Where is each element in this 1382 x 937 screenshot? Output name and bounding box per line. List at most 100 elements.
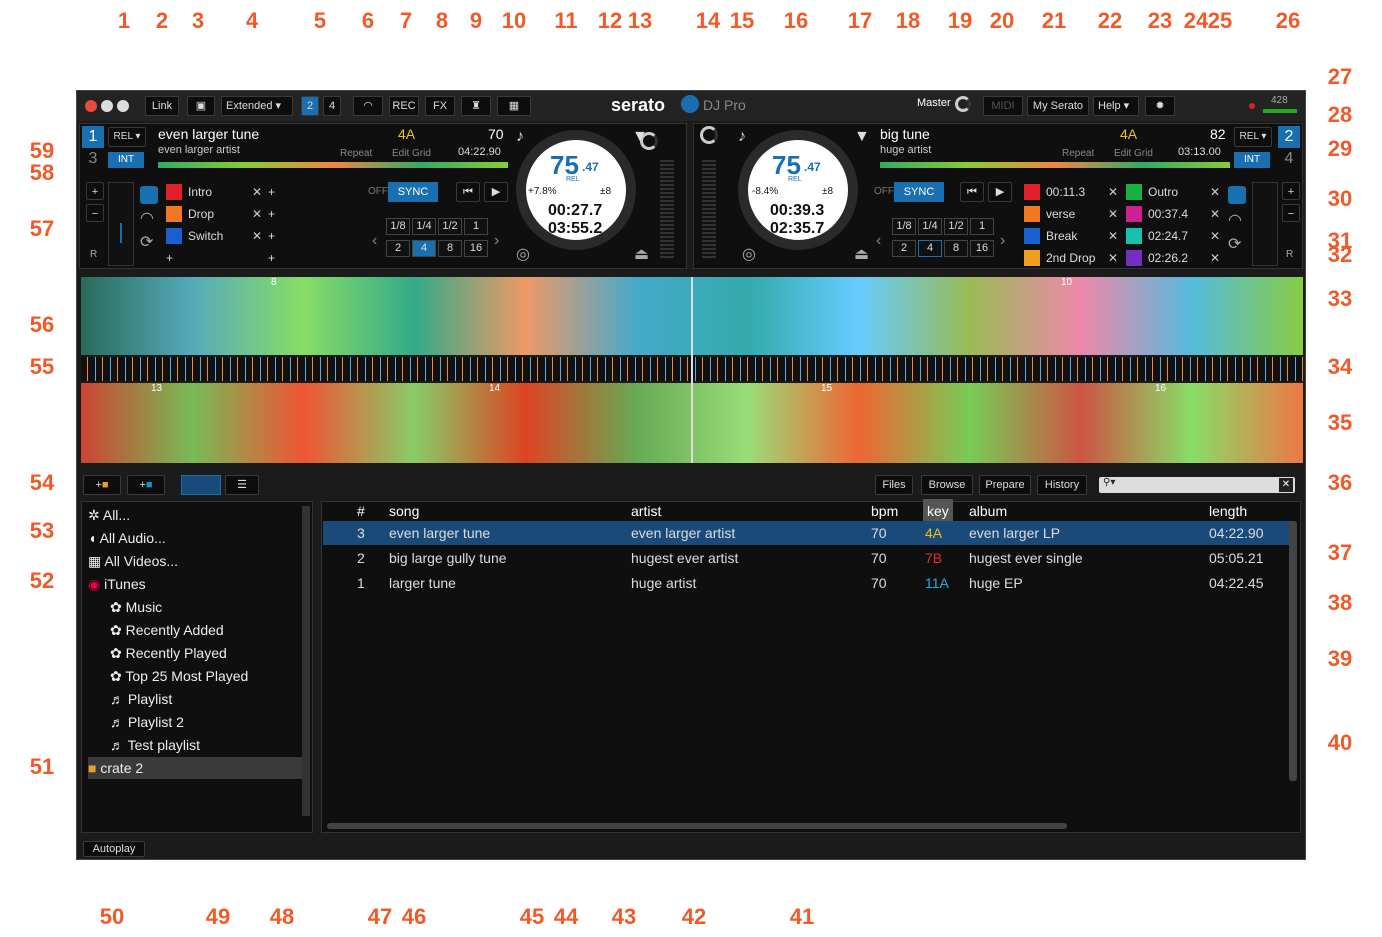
settings-gear-icon[interactable]: ✹ [1145, 96, 1175, 116]
rec-button[interactable]: REC [389, 96, 419, 116]
video-icon[interactable]: ▦ [497, 96, 531, 116]
add-smart-crate-button[interactable]: +■ [127, 475, 165, 495]
sidebar-item-itunes[interactable]: ◉ iTunes [88, 573, 308, 595]
deck-1-play-icon[interactable]: ▶ [484, 182, 508, 202]
close-window-icon[interactable] [85, 100, 97, 112]
deck-1-slip-icon[interactable]: ◎ [516, 244, 530, 264]
deck-1-loop-16[interactable]: 16 [464, 240, 488, 257]
deck-2-prev-icon[interactable]: ⏮ [960, 182, 984, 202]
delete-cue-icon[interactable]: ✕ [1210, 204, 1220, 224]
deck-1-loop-icon[interactable]: ⟳ [140, 232, 158, 251]
album-art-view-icon[interactable]: ☰ [225, 475, 259, 495]
sidebar-item-playlist-2[interactable]: ♬ Playlist 2 [88, 711, 308, 733]
deck-2-reset-label[interactable]: R [1286, 249, 1293, 260]
delete-cue-icon[interactable]: ✕ [1108, 248, 1118, 268]
deck-1-add-cue-5[interactable]: + [268, 182, 288, 202]
layout-select[interactable]: Extended ▾ [221, 96, 293, 116]
deck-2-sync-button[interactable]: SYNC [894, 182, 944, 202]
deck-1-pitch-minus[interactable]: − [86, 204, 104, 222]
deck-2-int-button[interactable]: INT [1234, 152, 1270, 168]
deck-1-keylock-icon[interactable]: ♪ [516, 128, 524, 146]
delete-cue-icon[interactable]: ✕ [1210, 248, 1220, 268]
deck-2-loop-4[interactable]: 4 [918, 240, 942, 257]
deck-2-loop-2[interactable]: 2 [892, 240, 916, 257]
help-button[interactable]: Help ▾ [1093, 96, 1139, 116]
deck-2-repeat[interactable]: Repeat [1062, 148, 1094, 159]
deck-2-cue-4[interactable]: 2nd Drop ✕ [1024, 248, 1118, 268]
col-song[interactable]: song [389, 499, 419, 523]
deck-1-number[interactable]: 1 [82, 126, 104, 148]
table-row[interactable]: 3 even larger tune even larger artist 70… [323, 521, 1293, 545]
deck-2-pitch-slider[interactable] [1252, 182, 1278, 266]
sidebar-item-playlist[interactable]: ♬ Playlist [88, 688, 308, 710]
table-row[interactable]: 1 larger tune huge artist 70 11A huge EP… [323, 571, 1293, 595]
deck-2-gain-knob[interactable] [700, 126, 718, 144]
delete-cue-icon[interactable]: ✕ [252, 182, 262, 202]
deck-1-sync-off[interactable]: OFF [368, 186, 388, 197]
sidebar-item-test-playlist[interactable]: ♬ Test playlist [88, 734, 308, 756]
clear-search-icon[interactable]: ✕ [1279, 478, 1293, 492]
maximize-window-icon[interactable] [117, 100, 129, 112]
deck-2-cue-7[interactable]: 02:24.7 ✕ [1126, 226, 1220, 246]
link-button[interactable]: Link [145, 96, 179, 116]
sidebar-item-recently-added[interactable]: ✿ Recently Added [88, 619, 308, 641]
sampler-icon[interactable]: ♜ [461, 96, 491, 116]
deck-2-loop-1[interactable]: 1 [970, 218, 994, 235]
col-bpm[interactable]: bpm [871, 499, 898, 523]
deck-2-button[interactable]: 2 [301, 96, 319, 116]
deck-4-number[interactable]: 4 [1278, 150, 1300, 170]
deck-1-loop-1-2[interactable]: 1/2 [438, 218, 462, 235]
search-input[interactable]: ⚲▾ ✕ [1099, 477, 1295, 493]
deck-1-cue-view-icon[interactable] [140, 186, 158, 204]
deck-2-cue-6[interactable]: 00:37.4 ✕ [1126, 204, 1220, 224]
deck-1-add-cue-8[interactable]: + [268, 248, 288, 268]
deck-2-track-overview[interactable] [880, 162, 1230, 168]
deck-1-headphone-icon[interactable]: ◠ [140, 208, 158, 227]
sidebar-scrollbar[interactable] [302, 506, 310, 816]
deck-1-loop-1-8[interactable]: 1/8 [386, 218, 410, 235]
deck-2-loop-icon[interactable]: ⟳ [1228, 234, 1241, 254]
deck-2-play-icon[interactable]: ▶ [988, 182, 1012, 202]
deck-1-pitch-plus[interactable]: + [86, 182, 104, 200]
deck-2-pitch-minus[interactable]: − [1282, 204, 1300, 222]
deck-1-censor-icon[interactable]: ▼ [632, 128, 648, 146]
deck-1-int-button[interactable]: INT [108, 152, 144, 168]
sidebar-item-all-videos[interactable]: ▦ All Videos... [88, 550, 308, 572]
col-length[interactable]: length [1209, 499, 1247, 523]
col-key[interactable]: key [923, 499, 953, 523]
col-album[interactable]: album [969, 499, 1007, 523]
deck-2-cue-3[interactable]: Break ✕ [1024, 226, 1118, 246]
deck-2-sync-off[interactable]: OFF [874, 186, 894, 197]
sidebar-item-recently-played[interactable]: ✿ Recently Played [88, 642, 308, 664]
sidebar-item-top-25[interactable]: ✿ Top 25 Most Played [88, 665, 308, 687]
deck-2-loop-next-icon[interactable]: › [1000, 232, 1005, 250]
midi-button[interactable]: MIDI [983, 96, 1023, 116]
deck-1-cue-2[interactable]: Drop ✕ [166, 204, 262, 224]
minimize-window-icon[interactable] [101, 100, 113, 112]
deck-2-cue-5[interactable]: Outro ✕ [1126, 182, 1220, 202]
deck-2-eject-icon[interactable]: ⏏ [854, 244, 869, 264]
deck-2-censor-icon[interactable]: ▼ [854, 128, 870, 146]
deck-1-loop-next-icon[interactable]: › [494, 232, 499, 250]
deck-2-loop-8[interactable]: 8 [944, 240, 968, 257]
deck-2-loop-1-4[interactable]: 1/4 [918, 218, 942, 235]
delete-cue-icon[interactable]: ✕ [1108, 182, 1118, 202]
delete-cue-icon[interactable]: ✕ [1108, 226, 1118, 246]
deck-1-track-overview[interactable] [158, 162, 508, 168]
deck-2-number[interactable]: 2 [1278, 126, 1300, 148]
deck-3-number[interactable]: 3 [82, 150, 104, 170]
deck-1-virtual-platter[interactable]: 75 .47 REL +7.8% ±8 00:27.7 03:55.2 [516, 130, 636, 250]
deck-2-cue-view-icon[interactable] [1228, 186, 1246, 204]
deck-1-loop-1-4[interactable]: 1/4 [412, 218, 436, 235]
deck-4-button[interactable]: 4 [323, 96, 341, 116]
my-serato-button[interactable]: My Serato [1027, 96, 1089, 116]
deck-2-cue-8[interactable]: 02:26.2 ✕ [1126, 248, 1220, 268]
deck-1-reset-label[interactable]: R [90, 249, 97, 260]
deck-1-sync-button[interactable]: SYNC [388, 182, 438, 202]
fx-button[interactable]: FX [425, 96, 455, 116]
deck-1-loop-4[interactable]: 4 [412, 240, 436, 257]
table-horizontal-scrollbar[interactable] [327, 823, 1067, 829]
deck-2-loop-1-2[interactable]: 1/2 [944, 218, 968, 235]
sidebar-item-all[interactable]: ✲ All... [88, 504, 308, 526]
sidebar-item-all-audio[interactable]: ◖ All Audio... [88, 527, 308, 549]
